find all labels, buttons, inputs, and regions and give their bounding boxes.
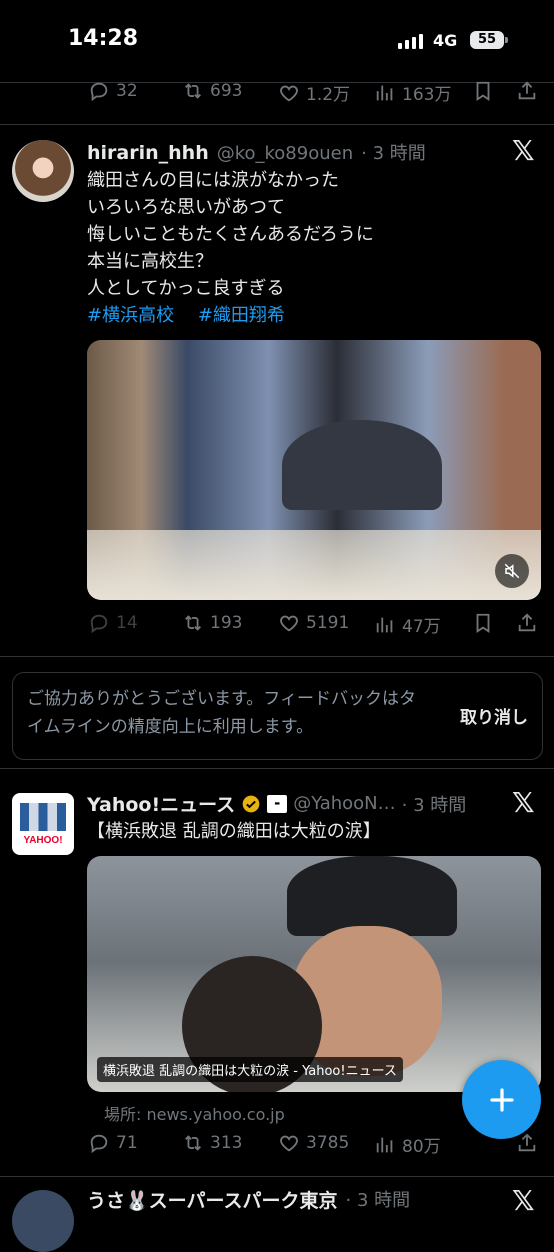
- network-type: 4G: [433, 31, 458, 50]
- tweet-line: 悔しいこともたくさんあるだろうに: [87, 224, 374, 245]
- status-time: 14:28: [68, 26, 139, 51]
- bookmark-icon: [476, 81, 490, 101]
- share-button[interactable]: [516, 80, 538, 102]
- author-handle[interactable]: @ko_ko89ouen: [217, 143, 353, 164]
- heart-icon: [280, 1135, 298, 1152]
- uniform-shape: [87, 530, 541, 600]
- tweet2-action-bar: 71 313 3785 80万: [0, 1132, 554, 1162]
- avatar[interactable]: [12, 140, 74, 202]
- tweet-line: 織田さんの目には涙がなかった: [87, 170, 339, 191]
- retweet-count: 193: [210, 613, 243, 633]
- yahoo-logo-text: YAHOO!: [23, 835, 63, 846]
- views-button[interactable]: 163万: [374, 80, 451, 105]
- tweet0-action-bar: 32 693 1.2万 163万: [0, 80, 554, 110]
- share-button[interactable]: [516, 612, 538, 634]
- views-button[interactable]: 80万: [374, 1132, 441, 1157]
- hashtag-link[interactable]: #織田翔希: [198, 305, 285, 326]
- views-count: 47万: [402, 617, 441, 637]
- x-logo-icon[interactable]: 𝕏: [512, 1184, 535, 1217]
- logo-graphic: [20, 803, 66, 831]
- card-domain[interactable]: 場所: news.yahoo.co.jp: [104, 1101, 285, 1125]
- like-count: 3785: [306, 1133, 350, 1153]
- battery-icon: 55: [470, 31, 504, 49]
- compose-button[interactable]: [462, 1060, 541, 1139]
- tweet-time: · 3 時間: [361, 143, 426, 164]
- heart-icon: [280, 85, 298, 101]
- share-icon: [518, 81, 536, 100]
- bookmark-button[interactable]: [472, 612, 494, 634]
- views-icon: [376, 617, 393, 632]
- signal-icon: [398, 34, 423, 49]
- retweet-count: 313: [210, 1133, 243, 1153]
- like-button[interactable]: 1.2万: [278, 80, 350, 105]
- cap-shape: [287, 856, 457, 936]
- share-icon: [518, 1133, 536, 1152]
- share-button[interactable]: [516, 1132, 538, 1154]
- affiliate-badge-icon: ▬: [267, 794, 288, 813]
- hashtag-link[interactable]: #横浜高校: [87, 305, 174, 326]
- verified-badge-icon: [242, 795, 260, 812]
- feedback-text: ご協力ありがとうございます。フィードバックはタイムラインの精度向上に利用します。: [27, 689, 416, 737]
- tweet-title: 【横浜敗退 乱調の織田は大粒の涙】: [87, 821, 381, 842]
- retweet-icon: [185, 83, 201, 99]
- divider: [0, 768, 554, 769]
- like-count: 5191: [306, 613, 350, 633]
- tweet-time: · 3 時間: [401, 794, 467, 816]
- avatar[interactable]: [12, 1190, 74, 1252]
- yahoo-news-avatar[interactable]: YAHOO!: [12, 793, 74, 855]
- views-count: 163万: [402, 85, 452, 105]
- x-logo-icon[interactable]: 𝕏: [512, 786, 535, 819]
- retweet-button[interactable]: 693: [182, 80, 242, 102]
- reply-count: 32: [116, 81, 138, 101]
- retweet-icon: [185, 615, 201, 631]
- tweet-line: いろいろな思いがあつて: [87, 197, 285, 218]
- reply-button[interactable]: 14: [88, 612, 138, 634]
- feedback-notice: ご協力ありがとうございます。フィードバックはタイムラインの精度向上に利用します。…: [12, 672, 543, 760]
- reply-button[interactable]: 71: [88, 1132, 138, 1154]
- retweet-icon: [185, 1135, 201, 1151]
- reply-icon: [90, 614, 108, 634]
- mute-button[interactable]: [495, 554, 529, 588]
- divider: [0, 1176, 554, 1177]
- x-logo-icon[interactable]: 𝕏: [512, 134, 535, 167]
- card-caption: 横浜敗退 乱調の織田は大粒の涙 - Yahoo!ニュース: [97, 1057, 403, 1082]
- tweet1-action-bar: 14 193 5191 47万: [0, 612, 554, 642]
- battery-tip: [505, 37, 508, 43]
- retweet-button[interactable]: 313: [182, 1132, 242, 1154]
- retweet-button[interactable]: 193: [182, 612, 242, 634]
- author-name[interactable]: hirarin_hhh: [87, 142, 209, 164]
- tweet-body: 織田さんの目には涙がなかった いろいろな思いがあつて 悔しいこともたくさんあるだ…: [87, 167, 374, 329]
- bookmark-icon: [476, 613, 490, 633]
- views-icon: [376, 1137, 393, 1152]
- views-count: 80万: [402, 1137, 441, 1157]
- reply-icon: [90, 82, 108, 102]
- views-icon: [376, 85, 393, 100]
- tweet-video[interactable]: [87, 340, 541, 600]
- reply-count: 71: [116, 1133, 138, 1153]
- reply-icon: [90, 1134, 108, 1154]
- like-button[interactable]: 3785: [278, 1132, 349, 1154]
- mute-icon: [504, 563, 520, 579]
- author-name[interactable]: Yahoo!ニュース: [87, 790, 235, 817]
- divider: [0, 124, 554, 125]
- share-icon: [518, 613, 536, 632]
- bookmark-button[interactable]: [472, 80, 494, 102]
- views-button[interactable]: 47万: [374, 612, 441, 637]
- tweet-line: 人としてかっこ良すぎる: [87, 278, 285, 299]
- reply-count: 14: [116, 613, 138, 633]
- reply-button[interactable]: 32: [88, 80, 138, 102]
- tweet-line: 本当に高校生？: [87, 251, 213, 272]
- undo-button[interactable]: 取り消し: [460, 703, 528, 728]
- divider: [0, 656, 554, 657]
- like-button[interactable]: 5191: [278, 612, 349, 634]
- heart-icon: [280, 615, 298, 632]
- retweet-count: 693: [210, 81, 243, 101]
- plus-icon: [489, 1087, 514, 1112]
- like-count: 1.2万: [306, 85, 351, 105]
- author-handle[interactable]: @YahooN…: [293, 793, 395, 814]
- cap-shape: [282, 420, 442, 510]
